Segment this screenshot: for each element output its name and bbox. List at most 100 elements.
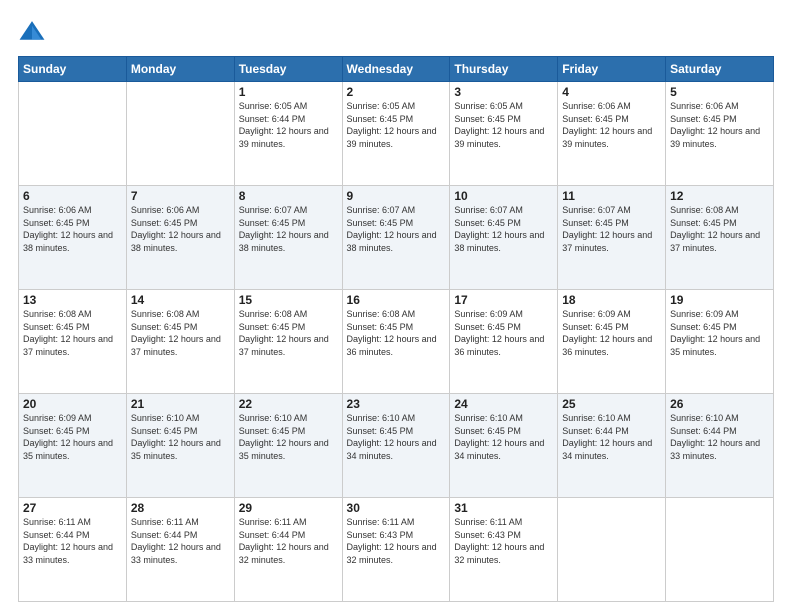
day-info: Sunrise: 6:09 AM Sunset: 6:45 PM Dayligh… — [670, 308, 769, 358]
day-number: 24 — [454, 397, 553, 411]
col-header-sunday: Sunday — [19, 57, 127, 82]
logo-icon — [18, 18, 46, 46]
calendar-cell: 16Sunrise: 6:08 AM Sunset: 6:45 PM Dayli… — [342, 290, 450, 394]
day-info: Sunrise: 6:08 AM Sunset: 6:45 PM Dayligh… — [23, 308, 122, 358]
page: SundayMondayTuesdayWednesdayThursdayFrid… — [0, 0, 792, 612]
day-number: 15 — [239, 293, 338, 307]
day-info: Sunrise: 6:11 AM Sunset: 6:44 PM Dayligh… — [131, 516, 230, 566]
calendar-cell: 9Sunrise: 6:07 AM Sunset: 6:45 PM Daylig… — [342, 186, 450, 290]
day-info: Sunrise: 6:08 AM Sunset: 6:45 PM Dayligh… — [239, 308, 338, 358]
day-info: Sunrise: 6:06 AM Sunset: 6:45 PM Dayligh… — [23, 204, 122, 254]
calendar-cell: 12Sunrise: 6:08 AM Sunset: 6:45 PM Dayli… — [666, 186, 774, 290]
day-info: Sunrise: 6:07 AM Sunset: 6:45 PM Dayligh… — [454, 204, 553, 254]
day-info: Sunrise: 6:08 AM Sunset: 6:45 PM Dayligh… — [347, 308, 446, 358]
calendar-cell: 22Sunrise: 6:10 AM Sunset: 6:45 PM Dayli… — [234, 394, 342, 498]
calendar-cell: 29Sunrise: 6:11 AM Sunset: 6:44 PM Dayli… — [234, 498, 342, 602]
day-info: Sunrise: 6:10 AM Sunset: 6:45 PM Dayligh… — [454, 412, 553, 462]
day-number: 28 — [131, 501, 230, 515]
week-row-5: 27Sunrise: 6:11 AM Sunset: 6:44 PM Dayli… — [19, 498, 774, 602]
day-number: 26 — [670, 397, 769, 411]
day-number: 4 — [562, 85, 661, 99]
calendar-cell — [558, 498, 666, 602]
day-number: 23 — [347, 397, 446, 411]
day-info: Sunrise: 6:06 AM Sunset: 6:45 PM Dayligh… — [670, 100, 769, 150]
day-number: 20 — [23, 397, 122, 411]
calendar-cell: 30Sunrise: 6:11 AM Sunset: 6:43 PM Dayli… — [342, 498, 450, 602]
day-number: 16 — [347, 293, 446, 307]
day-number: 11 — [562, 189, 661, 203]
calendar-cell: 25Sunrise: 6:10 AM Sunset: 6:44 PM Dayli… — [558, 394, 666, 498]
col-header-friday: Friday — [558, 57, 666, 82]
calendar-cell: 7Sunrise: 6:06 AM Sunset: 6:45 PM Daylig… — [126, 186, 234, 290]
col-header-tuesday: Tuesday — [234, 57, 342, 82]
calendar-cell: 26Sunrise: 6:10 AM Sunset: 6:44 PM Dayli… — [666, 394, 774, 498]
day-info: Sunrise: 6:11 AM Sunset: 6:44 PM Dayligh… — [239, 516, 338, 566]
calendar-cell — [19, 82, 127, 186]
day-number: 8 — [239, 189, 338, 203]
week-row-2: 6Sunrise: 6:06 AM Sunset: 6:45 PM Daylig… — [19, 186, 774, 290]
header — [18, 18, 774, 46]
day-number: 21 — [131, 397, 230, 411]
day-number: 5 — [670, 85, 769, 99]
calendar-cell: 5Sunrise: 6:06 AM Sunset: 6:45 PM Daylig… — [666, 82, 774, 186]
day-info: Sunrise: 6:07 AM Sunset: 6:45 PM Dayligh… — [239, 204, 338, 254]
calendar-cell: 21Sunrise: 6:10 AM Sunset: 6:45 PM Dayli… — [126, 394, 234, 498]
calendar-cell: 8Sunrise: 6:07 AM Sunset: 6:45 PM Daylig… — [234, 186, 342, 290]
day-info: Sunrise: 6:08 AM Sunset: 6:45 PM Dayligh… — [670, 204, 769, 254]
day-number: 12 — [670, 189, 769, 203]
calendar-cell: 31Sunrise: 6:11 AM Sunset: 6:43 PM Dayli… — [450, 498, 558, 602]
day-info: Sunrise: 6:10 AM Sunset: 6:44 PM Dayligh… — [670, 412, 769, 462]
calendar-cell: 2Sunrise: 6:05 AM Sunset: 6:45 PM Daylig… — [342, 82, 450, 186]
calendar-cell: 15Sunrise: 6:08 AM Sunset: 6:45 PM Dayli… — [234, 290, 342, 394]
calendar-cell: 14Sunrise: 6:08 AM Sunset: 6:45 PM Dayli… — [126, 290, 234, 394]
calendar-cell: 20Sunrise: 6:09 AM Sunset: 6:45 PM Dayli… — [19, 394, 127, 498]
week-row-1: 1Sunrise: 6:05 AM Sunset: 6:44 PM Daylig… — [19, 82, 774, 186]
day-info: Sunrise: 6:08 AM Sunset: 6:45 PM Dayligh… — [131, 308, 230, 358]
day-number: 30 — [347, 501, 446, 515]
day-info: Sunrise: 6:07 AM Sunset: 6:45 PM Dayligh… — [347, 204, 446, 254]
day-info: Sunrise: 6:09 AM Sunset: 6:45 PM Dayligh… — [562, 308, 661, 358]
col-header-saturday: Saturday — [666, 57, 774, 82]
calendar-cell: 19Sunrise: 6:09 AM Sunset: 6:45 PM Dayli… — [666, 290, 774, 394]
calendar-cell: 17Sunrise: 6:09 AM Sunset: 6:45 PM Dayli… — [450, 290, 558, 394]
day-number: 14 — [131, 293, 230, 307]
day-info: Sunrise: 6:06 AM Sunset: 6:45 PM Dayligh… — [562, 100, 661, 150]
calendar-cell — [666, 498, 774, 602]
logo — [18, 18, 50, 46]
day-number: 19 — [670, 293, 769, 307]
col-header-thursday: Thursday — [450, 57, 558, 82]
day-number: 7 — [131, 189, 230, 203]
header-row: SundayMondayTuesdayWednesdayThursdayFrid… — [19, 57, 774, 82]
day-info: Sunrise: 6:10 AM Sunset: 6:45 PM Dayligh… — [347, 412, 446, 462]
day-info: Sunrise: 6:06 AM Sunset: 6:45 PM Dayligh… — [131, 204, 230, 254]
calendar-cell: 10Sunrise: 6:07 AM Sunset: 6:45 PM Dayli… — [450, 186, 558, 290]
day-number: 3 — [454, 85, 553, 99]
calendar-cell: 3Sunrise: 6:05 AM Sunset: 6:45 PM Daylig… — [450, 82, 558, 186]
calendar-cell: 27Sunrise: 6:11 AM Sunset: 6:44 PM Dayli… — [19, 498, 127, 602]
day-number: 22 — [239, 397, 338, 411]
col-header-monday: Monday — [126, 57, 234, 82]
col-header-wednesday: Wednesday — [342, 57, 450, 82]
day-info: Sunrise: 6:10 AM Sunset: 6:44 PM Dayligh… — [562, 412, 661, 462]
calendar-cell: 23Sunrise: 6:10 AM Sunset: 6:45 PM Dayli… — [342, 394, 450, 498]
calendar-cell: 11Sunrise: 6:07 AM Sunset: 6:45 PM Dayli… — [558, 186, 666, 290]
calendar-cell: 4Sunrise: 6:06 AM Sunset: 6:45 PM Daylig… — [558, 82, 666, 186]
calendar-cell: 13Sunrise: 6:08 AM Sunset: 6:45 PM Dayli… — [19, 290, 127, 394]
day-number: 18 — [562, 293, 661, 307]
day-info: Sunrise: 6:07 AM Sunset: 6:45 PM Dayligh… — [562, 204, 661, 254]
day-number: 29 — [239, 501, 338, 515]
day-info: Sunrise: 6:11 AM Sunset: 6:44 PM Dayligh… — [23, 516, 122, 566]
week-row-3: 13Sunrise: 6:08 AM Sunset: 6:45 PM Dayli… — [19, 290, 774, 394]
day-number: 2 — [347, 85, 446, 99]
calendar-cell: 24Sunrise: 6:10 AM Sunset: 6:45 PM Dayli… — [450, 394, 558, 498]
calendar-table: SundayMondayTuesdayWednesdayThursdayFrid… — [18, 56, 774, 602]
calendar-cell: 28Sunrise: 6:11 AM Sunset: 6:44 PM Dayli… — [126, 498, 234, 602]
day-info: Sunrise: 6:10 AM Sunset: 6:45 PM Dayligh… — [239, 412, 338, 462]
day-info: Sunrise: 6:05 AM Sunset: 6:45 PM Dayligh… — [454, 100, 553, 150]
day-number: 27 — [23, 501, 122, 515]
day-info: Sunrise: 6:05 AM Sunset: 6:45 PM Dayligh… — [347, 100, 446, 150]
calendar-cell: 18Sunrise: 6:09 AM Sunset: 6:45 PM Dayli… — [558, 290, 666, 394]
calendar-cell: 6Sunrise: 6:06 AM Sunset: 6:45 PM Daylig… — [19, 186, 127, 290]
day-number: 10 — [454, 189, 553, 203]
calendar-cell: 1Sunrise: 6:05 AM Sunset: 6:44 PM Daylig… — [234, 82, 342, 186]
